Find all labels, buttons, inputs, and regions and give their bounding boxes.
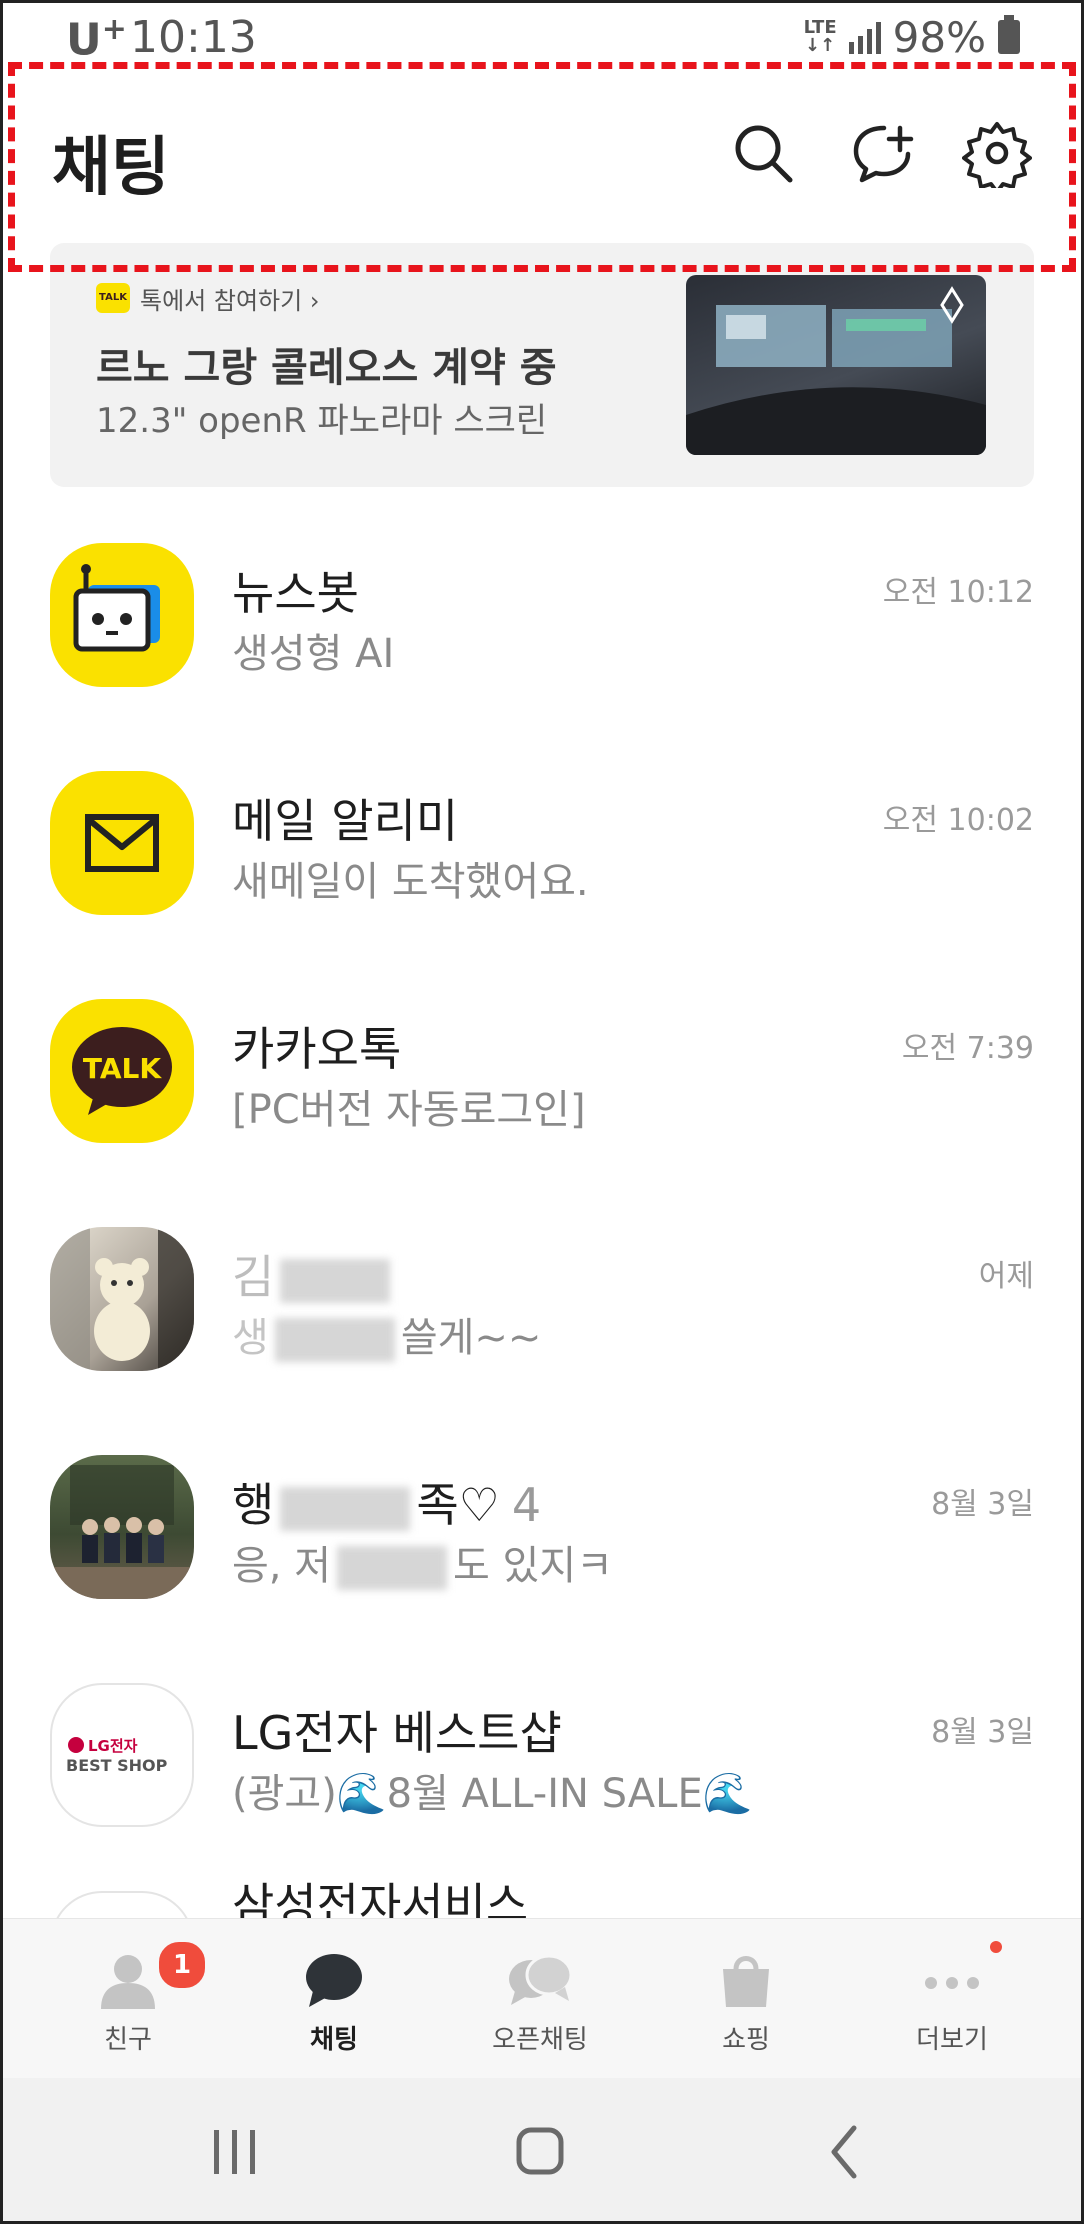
battery-icon [998, 15, 1020, 54]
chat-name: 메일 알리미 [232, 794, 459, 848]
tab-label: 친구 [104, 2025, 152, 2055]
back-icon[interactable] [800, 2114, 890, 2190]
chat-time: 8월 3일 [931, 1715, 1034, 1750]
more-dots-icon [925, 1977, 979, 1989]
chat-last-message: (광고)🌊8월 ALL-IN SALE🌊 [232, 1771, 753, 1817]
chat-last-message: 새메일이 도착했어요. [232, 859, 589, 905]
status-indicators: LTE ↓↑ 98% [804, 12, 1020, 62]
lg-logo-text: LG전자 [88, 1737, 138, 1755]
app-header: 채팅 [0, 70, 1084, 250]
friends-notification-badge: 1 [156, 1939, 208, 1991]
signal-icon [848, 20, 881, 54]
chat-item-private[interactable]: 김 생 쓸게~~ 어제 [0, 1197, 1084, 1425]
status-bar: U+ 10:13 LTE ↓↑ 98% [0, 0, 1084, 70]
samsung-service-avatar [50, 1891, 194, 1918]
tab-label: 쇼핑 [722, 2025, 770, 2055]
bottom-tab-bar: 1 친구 채팅 오픈채팅 쇼핑 더보기 [0, 1918, 1084, 2079]
chat-item-mail-notifier[interactable]: 메일 알리미 새메일이 도착했어요. 오전 10:02 [0, 741, 1084, 969]
tab-label: 채팅 [310, 2025, 358, 2055]
bestshop-logo-text: BEST SHOP [66, 1756, 168, 1775]
chat-name: LG전자 베스트샵 [232, 1706, 562, 1760]
mail-avatar-icon [50, 771, 194, 915]
shopping-bag-icon [723, 1956, 769, 2007]
search-icon[interactable] [728, 118, 798, 188]
new-chat-icon[interactable] [850, 118, 920, 188]
ad-title: 르노 그랑 콜레오스 계약 중 [96, 345, 557, 391]
chat-time: 8월 3일 [931, 1487, 1034, 1522]
chat-last-message: 생성형 AI [232, 631, 395, 677]
more-notification-dot [990, 1941, 1002, 1953]
chat-bubble-icon [306, 1954, 362, 2007]
chat-time: 어제 [978, 1259, 1034, 1294]
ad-banner[interactable]: TALK 톡에서 참여하기 › 르노 그랑 콜레오스 계약 중 12.3" op… [50, 243, 1034, 487]
chat-name: 행 족♡ 4 [232, 1478, 542, 1532]
lg-bestshop-logo: LG전자 BEST SHOP [50, 1683, 194, 1827]
talk-badge-icon: TALK [96, 283, 130, 313]
chat-name: 김 [232, 1241, 391, 1307]
ad-subtitle: 12.3" openR 파노라마 스크린 [96, 401, 548, 441]
chat-item-newsbot[interactable]: 뉴스봇 생성형 AI 오전 10:12 [0, 513, 1084, 741]
home-icon[interactable] [495, 2114, 585, 2190]
lte-indicator: LTE ↓↑ [803, 17, 837, 56]
group-photo-avatar [50, 1455, 194, 1599]
chat-name: 카카오톡 [232, 1022, 402, 1076]
talk-avatar-text: TALK [83, 1052, 162, 1085]
chat-item-group[interactable]: 행 족♡ 4 응, 저도 있지ㅋ 8월 3일 [0, 1425, 1084, 1653]
tab-chats[interactable]: 채팅 [226, 1919, 442, 2079]
chat-last-message: 생 쓸게~~ [232, 1315, 542, 1362]
chat-item-kakaotalk[interactable]: TALK 카카오톡 [PC버전 자동로그인] 오전 7:39 [0, 969, 1084, 1197]
recent-apps-icon[interactable] [190, 2114, 280, 2190]
newsbot-avatar [50, 543, 194, 687]
system-navigation-bar [0, 2078, 1084, 2224]
ad-source-link[interactable]: 톡에서 참여하기 › [140, 281, 319, 316]
chat-name: 뉴스봇 [232, 566, 359, 620]
tab-label: 더보기 [916, 2025, 988, 2055]
status-time: 10:13 [130, 12, 257, 63]
chat-item-lg-bestshop[interactable]: LG전자 BEST SHOP LG전자 베스트샵 (광고)🌊8월 ALL-IN … [0, 1653, 1084, 1881]
tab-friends[interactable]: 1 친구 [20, 1919, 236, 2079]
kakaotalk-avatar-icon: TALK [50, 999, 194, 1143]
carrier-label: U+ [66, 12, 127, 66]
tab-open-chat[interactable]: 오픈채팅 [432, 1919, 648, 2079]
member-count: 4 [511, 1478, 542, 1532]
friends-icon [101, 1955, 155, 2009]
battery-percent: 98% [892, 12, 986, 62]
tab-label: 오픈채팅 [492, 2025, 588, 2055]
tab-shopping[interactable]: 쇼핑 [638, 1919, 854, 2079]
chat-last-message: 응, 저도 있지ㅋ [232, 1543, 613, 1590]
settings-icon[interactable] [962, 118, 1032, 188]
open-chat-icon [509, 1954, 573, 2005]
chat-time: 오전 7:39 [901, 1031, 1034, 1066]
ad-car-dashboard-image [686, 275, 986, 455]
chat-time: 오전 10:02 [882, 803, 1034, 838]
chat-last-message: [PC버전 자동로그인] [232, 1087, 586, 1133]
tab-more[interactable]: 더보기 [844, 1919, 1060, 2079]
page-title: 채팅 [52, 131, 170, 205]
teddy-bear-avatar [50, 1227, 194, 1371]
chat-time: 오전 10:12 [882, 575, 1034, 610]
chat-item-samsung-service[interactable]: 삼성전자서비스 [0, 1881, 1084, 1918]
chat-name: 삼성전자서비스 [232, 1881, 529, 1918]
